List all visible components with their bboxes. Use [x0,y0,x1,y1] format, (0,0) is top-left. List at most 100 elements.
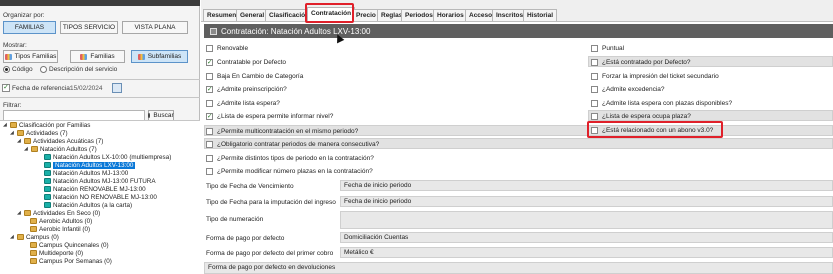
tree-item[interactable]: Multideporte (0) [30,249,83,257]
search-icon [148,113,151,118]
check-espera-ocupa[interactable]: ¿Lista de espera ocupa plaza? [591,111,691,121]
checkbox-checked[interactable]: ✓ [206,85,213,93]
tab-inscritos[interactable]: Inscritos [492,9,528,21]
checkbox[interactable] [591,72,598,80]
primer-cobro-select[interactable]: Metálico € [340,247,833,258]
forma-pago-select[interactable]: Domiciliación Cuentas [340,232,833,243]
tab-precio[interactable]: Precio [352,9,380,21]
collapse-icon: ◢ [17,210,21,216]
calendar-icon[interactable] [112,83,122,93]
fecha-input[interactable]: 15/02/2024 [70,85,103,92]
check-excedencia[interactable]: ¿Admite excedencia? [591,84,665,94]
check-renovable[interactable]: Renovable [206,43,248,53]
app-window: Organizar por: FAMILIAS TIPOS SERVICIO V… [0,0,833,274]
tree-item[interactable]: Natación Adultos (a la carta) [44,201,132,209]
check-modificar-plazas[interactable]: ¿Permite modificar número plazas en la c… [206,166,373,176]
fecha-referencia-checkbox[interactable]: ✓ [2,84,10,92]
folder-icon [30,250,37,256]
codigo-radio[interactable] [3,66,10,73]
tab-general[interactable]: General [236,9,269,21]
tree-item-selected[interactable]: Natación Adultos LXV-13:00 [44,161,136,169]
tab-horarios[interactable]: Horarios [433,9,468,21]
check-multicontratacion[interactable]: ¿Permite multicontratación en el mismo p… [206,126,358,136]
header-title: Contratación: Natación Adultos LXV-13:00 [221,26,371,36]
checkbox[interactable] [206,140,213,148]
divider [0,97,200,98]
tree-item[interactable]: Aerobic Infantil (0) [30,225,90,233]
tipos-familias-label: Tipos Familias [14,53,57,60]
tree-item[interactable]: Campus Por Semanas (0) [30,257,112,265]
checkbox[interactable] [206,99,213,107]
folder-icon [24,210,31,216]
title-strip [0,0,200,6]
tab-resumen[interactable]: Resumen [203,9,241,21]
check-puntual[interactable]: Puntual [591,43,624,53]
folder-icon [30,218,37,224]
buscar-label: Buscar [153,112,174,119]
organizar-label: Organizar por: [3,12,45,19]
checkbox[interactable] [591,99,598,107]
service-icon [44,170,51,176]
devoluciones-label: Forma de pago por defecto en devolucione… [208,264,336,271]
divider [0,79,200,80]
tree-item[interactable]: Aerobic Adultos (0) [30,217,92,225]
familias-button[interactable]: FAMILIAS [3,21,56,34]
descripcion-radio[interactable] [40,66,47,73]
folder-icon [30,226,37,232]
tree-item[interactable]: ◢ Actividades En Seco (0) [17,209,100,217]
tipos-familias-button[interactable]: Tipos Familias [3,50,58,63]
check-distintos-tipos[interactable]: ¿Permite distintos tipos de periodo en l… [206,153,374,163]
subfamilias-button[interactable]: Subfamilias [131,50,188,63]
tree-item[interactable]: Natación Adultos MJ-13:00 FUTURA [44,177,156,185]
primer-cobro-label: Forma de pago por defecto del primer cob… [206,250,334,257]
numeracion-select[interactable] [340,211,833,229]
checkbox[interactable] [206,72,213,80]
checkbox[interactable] [206,127,213,135]
check-lista-nivel[interactable]: ✓ ¿Lista de espera permite informar nivel… [206,111,333,121]
tree-item[interactable]: ◢ Natación Adultos (7) [24,145,97,153]
tree-item[interactable]: ◢ Actividades Acuáticas (7) [17,137,103,145]
vencimiento-select[interactable]: Fecha de inicio periodo [340,180,833,191]
imputacion-select[interactable]: Fecha de inicio periodo [340,196,833,207]
subfamilias-icon [137,53,145,60]
subfamilias-label: Subfamilias [147,53,182,60]
check-preinscripcion[interactable]: ✓ ¿Admite preinscripción? [206,84,287,94]
tree-item[interactable]: Natación RENOVABLE MJ-13:00 [44,185,146,193]
check-lista-espera[interactable]: ¿Admite lista espera? [206,98,280,108]
tree-item[interactable]: Natación Adultos MJ-13:00 [44,169,128,177]
checkbox[interactable] [206,167,213,175]
tab-periodos[interactable]: Periodos [401,9,437,21]
checkbox[interactable] [206,44,213,52]
familias-show-button[interactable]: Familias [70,50,125,63]
tree-item[interactable]: Natación Adultos LX-10:00 (multiempresa) [44,153,171,161]
family-tree[interactable]: ◢ Clasificación por Familias ◢ Actividades… [0,120,200,274]
checkbox[interactable] [591,112,598,120]
checkbox-checked[interactable]: ✓ [206,58,213,66]
vista-plana-button[interactable]: VISTA PLANA [122,21,188,34]
service-icon [44,162,51,168]
tree-item[interactable]: ◢ Clasificación por Familias [3,121,90,129]
checkbox[interactable] [591,85,598,93]
tree-item[interactable]: ◢ Actividades (7) [10,129,68,137]
tree-item[interactable]: ◢ Campus (0) [10,233,59,241]
checkbox[interactable] [591,58,598,66]
check-espera-plazas[interactable]: ¿Admite lista espera con plazas disponib… [591,98,732,108]
check-forzar-ticket[interactable]: Forzar la impresión del ticket secundari… [591,71,719,81]
checkbox[interactable] [591,44,598,52]
tab-historial[interactable]: Historial [523,9,558,21]
checkbox[interactable] [206,154,213,162]
tipos-servicio-button[interactable]: TIPOS SERVICIO [60,21,118,34]
collapse-icon: ◢ [17,138,21,144]
check-periodos-consecutivos[interactable]: ¿Obligatorio contratar periodos de maner… [206,139,379,149]
checkbox-checked[interactable]: ✓ [206,112,213,120]
collapse-icon: ◢ [10,130,14,136]
service-icon [44,194,51,200]
folder-icon [17,130,24,136]
check-contratable[interactable]: ✓ Contratable por Defecto [206,57,286,67]
tree-item[interactable]: Natación NO RENOVABLE MJ-13:00 [44,193,157,201]
check-contratado-defecto[interactable]: ¿Está contratado por Defecto? [591,57,691,67]
check-baja-cambio[interactable]: Baja En Cambio de Categoría [206,71,303,81]
devoluciones-row[interactable]: Forma de pago por defecto en devolucione… [204,262,833,274]
tab-strip: Resumen General Clasificación Contrataci… [201,0,833,22]
tree-item[interactable]: Campus Quincenales (0) [30,241,109,249]
